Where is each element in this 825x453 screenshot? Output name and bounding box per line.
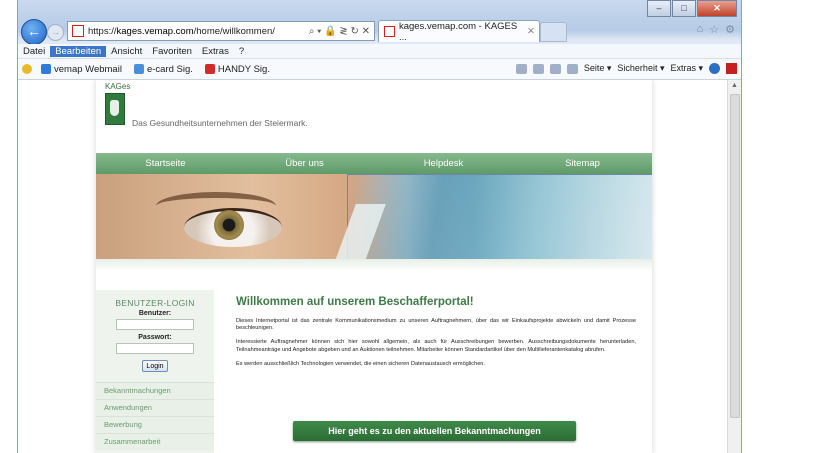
navigation-row: ← → https://kages.vemap.com/home/willkom…	[18, 18, 741, 45]
tagline: Das Gesundheitsunternehmen der Steiermar…	[132, 118, 308, 128]
announcements-cta-button[interactable]: Hier geht es zu den aktuellen Bekanntmac…	[293, 421, 576, 441]
command-seite[interactable]: Seite ▾	[584, 63, 612, 74]
hero-iris	[214, 210, 244, 240]
side-nav-bewerbung[interactable]: Bewerbung	[96, 416, 214, 433]
address-url[interactable]: https://kages.vemap.com/home/willkommen/	[88, 26, 309, 37]
favorite-ecard-sig[interactable]: e-card Sig.	[130, 64, 193, 75]
forward-arrow-icon[interactable]: →	[47, 24, 64, 41]
feeds-icon[interactable]	[532, 63, 544, 74]
side-nav: Bekanntmachungen Anwendungen Bewerbung Z…	[96, 382, 214, 450]
webmail-icon	[41, 64, 51, 74]
favorites-star-icon[interactable]: ☆	[709, 23, 719, 36]
menu-help[interactable]: ?	[234, 46, 249, 57]
url-path: /home/willkommen/	[193, 25, 275, 37]
side-nav-zusammenarbeit[interactable]: Zusammenarbeit	[96, 433, 214, 450]
address-bar[interactable]: https://kages.vemap.com/home/willkommen/…	[67, 21, 375, 41]
site-favicon-icon	[72, 25, 84, 37]
address-tools-icons[interactable]: ⌕ ▾ 🔒 ≷ ↻ ✕	[309, 26, 374, 37]
page-viewport: KAGes Das Gesundheitsunternehmen der Ste…	[18, 80, 727, 453]
hero-eye-image	[96, 174, 652, 259]
password-input[interactable]	[116, 343, 194, 354]
command-sicherheit[interactable]: Sicherheit ▾	[617, 63, 664, 74]
url-host: kages.vemap.com	[116, 25, 194, 37]
intro-paragraph: Dieses Internetportal ist das zentrale K…	[236, 318, 636, 332]
favorite-vemap-webmail[interactable]: vemap Webmail	[37, 64, 122, 75]
hero-fade	[96, 259, 652, 271]
favorites-add-icon	[22, 64, 32, 74]
favorite-label: HANDY Sig.	[217, 63, 270, 75]
nav-sitemap[interactable]: Sitemap	[513, 158, 652, 169]
addon-icon[interactable]	[726, 63, 737, 74]
help-icon[interactable]	[709, 63, 720, 74]
ecard-icon	[133, 64, 144, 74]
back-arrow-icon[interactable]: ←	[21, 19, 47, 45]
welcome-headline: Willkommen auf unserem Beschafferportal!	[236, 296, 474, 308]
tab-title: kages.vemap.com - KAGES ...	[398, 20, 518, 43]
menu-bearbeiten[interactable]: Bearbeiten	[50, 45, 107, 57]
login-button[interactable]: Login	[142, 360, 168, 372]
side-nav-bekanntmachungen[interactable]: Bekanntmachungen	[96, 382, 214, 399]
caption-buttons: – □ ✕	[646, 0, 737, 17]
home-icon[interactable]: ⌂	[697, 23, 704, 36]
kages-logo-icon[interactable]	[105, 93, 125, 125]
close-window-button[interactable]: ✕	[697, 0, 737, 17]
user-label: Benutzer:	[138, 310, 172, 317]
scroll-up-arrow-icon[interactable]: ▲	[728, 80, 741, 92]
command-extras[interactable]: Extras ▾	[670, 63, 703, 74]
suppliers-paragraph: Interessierte Auftragnehmer können sich …	[236, 339, 636, 353]
favorite-label: e-card Sig.	[146, 63, 193, 75]
menu-favoriten[interactable]: Favoriten	[147, 46, 197, 57]
sidebar: BENUTZER-LOGIN Benutzer: Passwort: Login…	[96, 290, 214, 453]
password-label: Passwort:	[138, 334, 172, 341]
menu-extras[interactable]: Extras	[197, 46, 234, 57]
favorite-handy-sig[interactable]: HANDY Sig.	[201, 64, 270, 75]
tab-close-icon[interactable]: ✕	[527, 26, 535, 37]
minimize-button[interactable]: –	[647, 0, 671, 17]
side-nav-anwendungen[interactable]: Anwendungen	[96, 399, 214, 416]
main-content: Willkommen auf unserem Beschafferportal!…	[236, 296, 636, 375]
hero-surgical-cap	[347, 174, 652, 259]
settings-gear-icon[interactable]: ⚙	[725, 23, 735, 36]
nav-ueber-uns[interactable]: Über uns	[235, 158, 374, 169]
scroll-thumb[interactable]	[730, 94, 740, 418]
menu-datei[interactable]: Datei	[18, 46, 50, 57]
browser-window: – □ ✕ ← → https://kages.vemap.com/home/w…	[17, 0, 742, 453]
login-title: BENUTZER-LOGIN	[115, 298, 195, 308]
kages-page: KAGes Das Gesundheitsunternehmen der Ste…	[96, 80, 652, 453]
nav-startseite[interactable]: Startseite	[96, 158, 235, 169]
maximize-button[interactable]: □	[672, 0, 696, 17]
nav-helpdesk[interactable]: Helpdesk	[374, 158, 513, 169]
favorite-label: vemap Webmail	[54, 63, 122, 75]
favorites-star[interactable]	[18, 64, 35, 74]
browser-icons: ⌂ ☆ ⚙	[697, 23, 735, 36]
menu-bar: Datei Bearbeiten Ansicht Favoriten Extra…	[18, 44, 741, 59]
home-page-icon[interactable]	[515, 63, 527, 74]
new-tab-button[interactable]	[540, 22, 567, 42]
username-input[interactable]	[116, 319, 194, 330]
logo-text: KAGes	[105, 82, 131, 91]
tab-favicon-icon	[384, 26, 395, 37]
vertical-scrollbar[interactable]: ▲	[727, 80, 741, 453]
url-prefix: https://	[88, 25, 117, 37]
command-bar: Seite ▾ Sicherheit ▾ Extras ▾	[515, 63, 737, 74]
main-nav: Startseite Über uns Helpdesk Sitemap	[96, 153, 652, 174]
mail-icon[interactable]	[549, 63, 561, 74]
handy-icon	[204, 64, 215, 74]
print-icon[interactable]	[566, 63, 578, 74]
security-paragraph: Es werden ausschließlich Technologien ve…	[236, 360, 485, 367]
menu-ansicht[interactable]: Ansicht	[106, 46, 147, 57]
browser-tab[interactable]: kages.vemap.com - KAGES ... ✕	[378, 20, 540, 43]
